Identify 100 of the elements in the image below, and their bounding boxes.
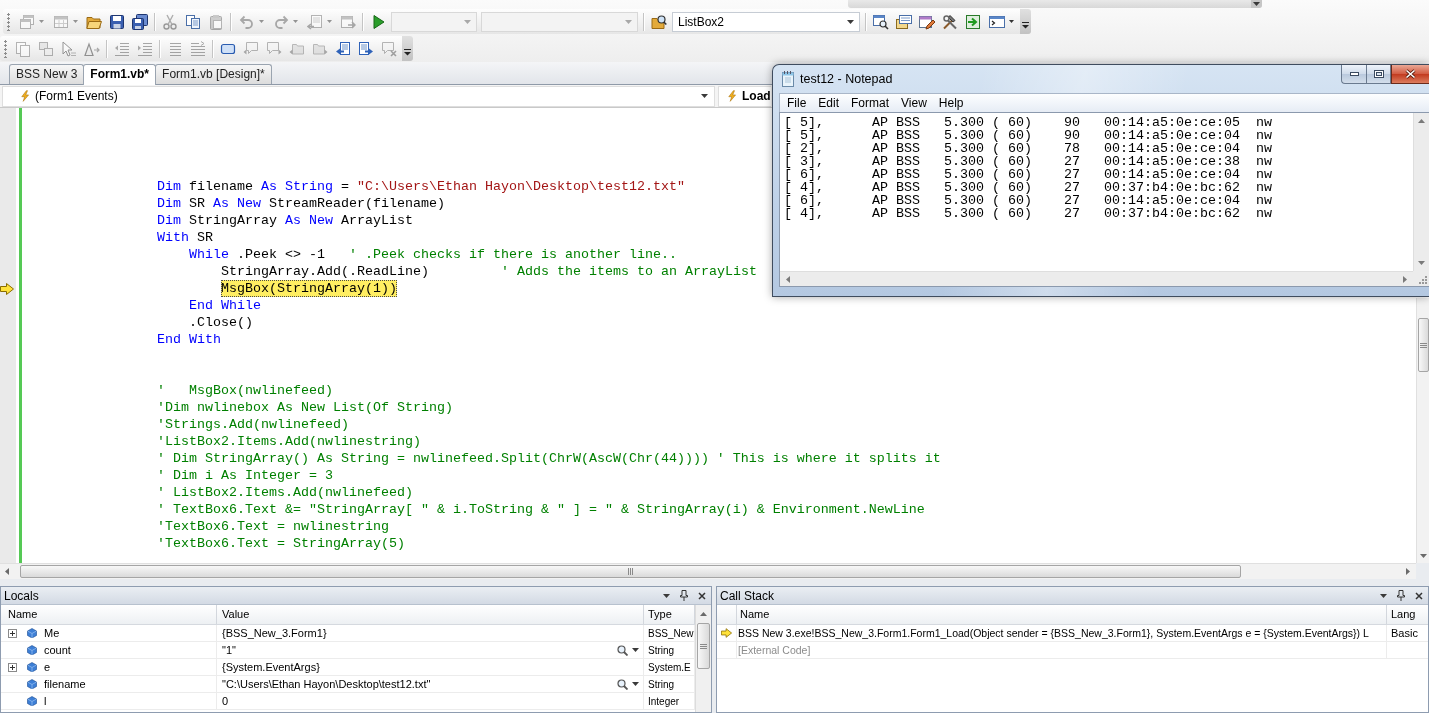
column-header[interactable]: Name [1,605,217,624]
combo-box[interactable]: ListBox2 [672,11,860,32]
grip-icon [628,568,633,575]
page-arrow-icon [306,13,323,30]
combo-box[interactable]: Load [718,85,771,107]
code-line: ' ListBox2.Items.Add(nwlinefeed) [157,484,413,501]
bubble-left-arrow-icon [242,40,259,57]
scroll-down-arrow-icon[interactable] [1418,261,1425,265]
cube-icon [27,696,37,706]
scroll-up-arrow-icon[interactable] [1418,119,1425,123]
overlapping-squares-icon [37,40,54,57]
caret-icon[interactable] [663,593,670,598]
cube-icon [27,679,37,689]
caret-icon [326,20,332,23]
maximize-button[interactable] [1366,65,1391,84]
stack-frame: [External Code] [738,644,811,656]
variable-name: filename [44,678,86,690]
caret-icon[interactable] [1380,593,1387,598]
code-line: ' Dim StringArray() As String = nwlinefeed.Split(ChrW(AscW(Chr(44)))) ' This is where it splits it [157,450,941,467]
grip-icon [1419,342,1427,348]
bubble-cross-icon [380,40,397,57]
combo-box[interactable]: (Form1 Events) [2,85,715,107]
scrollbar[interactable] [0,563,1416,579]
scroll-left-arrow-icon[interactable] [786,275,790,283]
column-header[interactable]: Lang [1387,605,1428,624]
menu-item[interactable]: Help [932,94,970,112]
scroll-down-arrow-icon[interactable] [1419,554,1427,558]
scrollbar[interactable] [1416,298,1429,563]
minimize-icon [1349,72,1359,76]
column-header[interactable]: Name [737,605,1387,624]
scrollbar-thumb[interactable] [697,623,710,669]
caret-icon[interactable] [632,682,639,686]
two-pages-icon [184,13,201,30]
caret-icon [72,20,78,23]
cube-icon [27,645,37,655]
window-grid-icon [52,13,69,30]
cursor-icon [60,40,77,57]
scroll-up-arrow-icon[interactable] [700,612,707,616]
code-line: ' TextBox6.Text &= "StringArray[ " & i.ToString & " ] = " & StringArray(i) & Environment.NewLine [157,501,925,518]
column-header[interactable]: Value [217,605,644,624]
overflow-button[interactable] [1251,0,1262,8]
minimize-button[interactable] [1341,65,1366,84]
menu-item[interactable]: File [781,94,813,112]
caret-icon [292,20,298,23]
overflow-button[interactable] [1020,9,1031,34]
expander-plus-icon[interactable] [8,628,17,638]
text-line: [ 4], AP BSS 5.300 ( 60) 27 00:37:b4:0e:bc:62 nw [784,207,1272,220]
curved-left-arrow-icon [238,13,255,30]
grip-handle[interactable] [4,39,8,58]
scrollbar[interactable] [695,605,711,712]
expander-plus-icon[interactable] [8,662,17,672]
hammer-wrench-icon [941,13,958,30]
maximize-icon [1373,70,1384,78]
pin-icon[interactable] [1397,590,1405,601]
menu-item[interactable]: Format [845,94,896,112]
caret-icon [464,19,471,24]
menu-item[interactable]: View [895,94,933,112]
caret-icon [1008,20,1014,23]
menu-item[interactable]: Edit [812,94,846,112]
bubble-right-arrow-icon [265,40,282,57]
text-line: [ 6], AP BSS 5.300 ( 60) 27 00:14:a5:0e:ce:04 nw [784,194,1272,207]
code-line: .Close() [189,314,253,331]
tab[interactable]: Form1.vb [Design]* [155,64,272,84]
size-grip-icon[interactable] [1418,275,1427,284]
pin-icon[interactable] [680,590,688,601]
tab[interactable]: Form1.vb* [83,64,157,85]
text-line: [ 3], AP BSS 5.300 ( 60) 27 00:14:a5:0e:ce:38 nw [784,155,1272,168]
clipboard-icon [207,13,224,30]
lightning-icon [20,88,30,104]
curved-right-arrow-icon [272,13,289,30]
scrollbar[interactable] [780,271,1413,286]
close-icon [1405,69,1416,79]
tab[interactable]: BSS New 3 [9,64,85,84]
grip-handle[interactable] [7,12,11,31]
caret-icon [1253,2,1260,6]
code-line: 'TextBox6.Text = StringArray(5) [157,535,405,552]
scrollbar-thumb[interactable] [20,565,1241,578]
magnifier-icon[interactable] [617,644,628,656]
variable-name: Me [44,627,60,639]
variable-value: 0 [222,695,229,707]
text-area[interactable] [779,112,1429,287]
close-button[interactable] [1391,65,1429,84]
stacked-pages-icon [14,40,31,57]
code-line: 'TextBox6.Text = nwlinestring [157,518,389,535]
close-icon[interactable] [698,591,706,600]
triangle-arrow-icon [83,40,100,57]
caret-icon[interactable] [632,648,639,652]
stack-frame: BSS New 3.exe!BSS_New_3.Form1.Form1_Load(Object sender = {BSS_New_3.Form1}, System.EventArgs e = {System.EventArgs}) L [738,627,1369,639]
cube-icon [27,628,37,638]
scrollbar-thumb[interactable] [1417,318,1429,372]
magnifier-icon[interactable] [617,678,628,690]
overflow-button[interactable] [402,36,413,61]
variable-name: e [44,661,51,673]
scroll-left-arrow-icon[interactable] [5,568,9,575]
window-pencil-icon [918,13,935,30]
close-icon[interactable] [1415,591,1423,600]
scroll-right-arrow-icon[interactable] [1403,275,1407,283]
scroll-right-arrow-icon[interactable] [1406,568,1410,575]
caret-icon [258,20,264,23]
scrollbar[interactable] [1413,113,1429,271]
